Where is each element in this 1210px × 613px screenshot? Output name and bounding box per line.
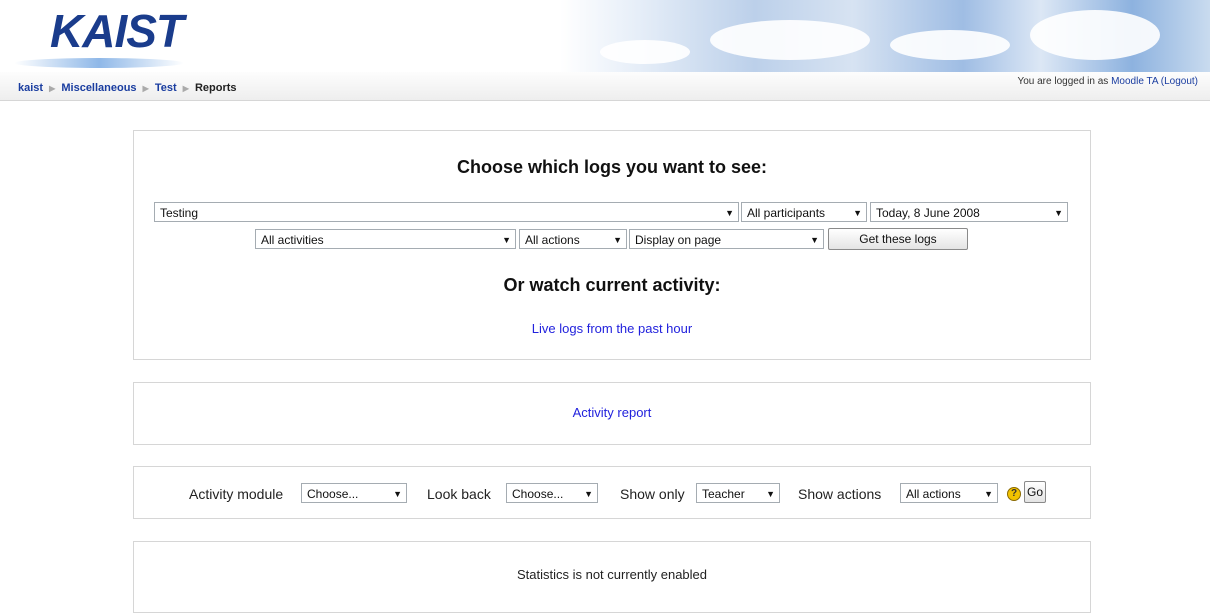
go-button[interactable]: Go <box>1024 481 1046 503</box>
date-select[interactable]: Today, 8 June 2008 ▼ <box>870 202 1068 222</box>
login-prefix: You are logged in as <box>1017 76 1109 87</box>
sky-banner <box>560 0 1210 72</box>
date-select-value: Today, 8 June 2008 <box>876 206 980 220</box>
page-header: KAIST kaist ▶ Miscellaneous ▶ Test ▶ Rep… <box>0 0 1210 101</box>
logo-swoosh <box>14 58 184 68</box>
activity-report-link[interactable]: Activity report <box>134 405 1090 420</box>
breadcrumb-separator-icon: ▶ <box>182 84 189 93</box>
breadcrumb-separator-icon: ▶ <box>142 84 149 93</box>
breadcrumb-current: Reports <box>194 82 237 94</box>
chevron-down-icon: ▼ <box>766 489 775 499</box>
chevron-down-icon: ▼ <box>613 235 622 245</box>
module-label: Activity module <box>189 486 284 502</box>
show-actions-select-value: All actions <box>906 487 961 501</box>
course-select[interactable]: Testing ▼ <box>154 202 739 222</box>
chevron-down-icon: ▼ <box>502 235 511 245</box>
showonly-label: Show only <box>620 486 685 502</box>
breadcrumb-category-link[interactable]: Miscellaneous <box>61 82 136 94</box>
actions-select-value: All actions <box>525 233 580 247</box>
participation-box: Activity module Choose... ▼ Look back Ch… <box>133 466 1091 519</box>
activities-select[interactable]: All activities ▼ <box>255 229 516 249</box>
chevron-down-icon: ▼ <box>393 489 402 499</box>
breadcrumb: kaist ▶ Miscellaneous ▶ Test ▶ Reports <box>18 82 237 94</box>
module-select[interactable]: Choose... ▼ <box>301 483 407 503</box>
login-info: You are logged in as Moodle TA (Logout) <box>1017 76 1198 87</box>
live-logs-link[interactable]: Live logs from the past hour <box>134 321 1090 336</box>
stats-message: Statistics is not currently enabled <box>516 567 708 582</box>
kaist-logo[interactable]: KAIST <box>50 8 184 54</box>
lookback-select-value: Choose... <box>512 487 564 501</box>
chevron-down-icon: ▼ <box>725 208 734 218</box>
logs-box: Choose which logs you want to see: Testi… <box>133 130 1091 360</box>
chevron-down-icon: ▼ <box>584 489 593 499</box>
chevron-down-icon: ▼ <box>853 208 862 218</box>
participants-select-value: All participants <box>747 206 826 220</box>
showonly-select[interactable]: Teacher ▼ <box>696 483 780 503</box>
get-logs-button[interactable]: Get these logs <box>828 228 968 250</box>
breadcrumb-course-link[interactable]: Test <box>155 82 177 94</box>
chevron-down-icon: ▼ <box>984 489 993 499</box>
live-heading: Or watch current activity: <box>503 275 721 295</box>
navbar: kaist ▶ Miscellaneous ▶ Test ▶ Reports Y… <box>0 72 1210 101</box>
course-select-value: Testing <box>160 206 199 220</box>
display-select[interactable]: Display on page ▼ <box>629 229 824 249</box>
show-actions-label: Show actions <box>798 486 882 502</box>
lookback-select[interactable]: Choose... ▼ <box>506 483 598 503</box>
logout-link[interactable]: (Logout) <box>1161 76 1198 87</box>
logs-heading: Choose which logs you want to see: <box>456 157 768 177</box>
breadcrumb-separator-icon: ▶ <box>49 84 56 93</box>
chevron-down-icon: ▼ <box>810 235 819 245</box>
actions-select[interactable]: All actions ▼ <box>519 229 627 249</box>
show-actions-select[interactable]: All actions ▼ <box>900 483 998 503</box>
help-icon[interactable]: ? <box>1007 487 1021 501</box>
stats-box: Statistics is not currently enabled <box>133 541 1091 613</box>
display-select-value: Display on page <box>635 233 722 247</box>
lookback-label: Look back <box>427 486 491 502</box>
module-select-value: Choose... <box>307 487 359 501</box>
chevron-down-icon: ▼ <box>1054 208 1063 218</box>
activity-report-box: Activity report <box>133 382 1091 445</box>
breadcrumb-home-link[interactable]: kaist <box>18 82 43 94</box>
activities-select-value: All activities <box>261 233 324 247</box>
participants-select[interactable]: All participants ▼ <box>741 202 867 222</box>
showonly-select-value: Teacher <box>702 487 745 501</box>
user-profile-link[interactable]: Moodle TA <box>1111 76 1158 87</box>
